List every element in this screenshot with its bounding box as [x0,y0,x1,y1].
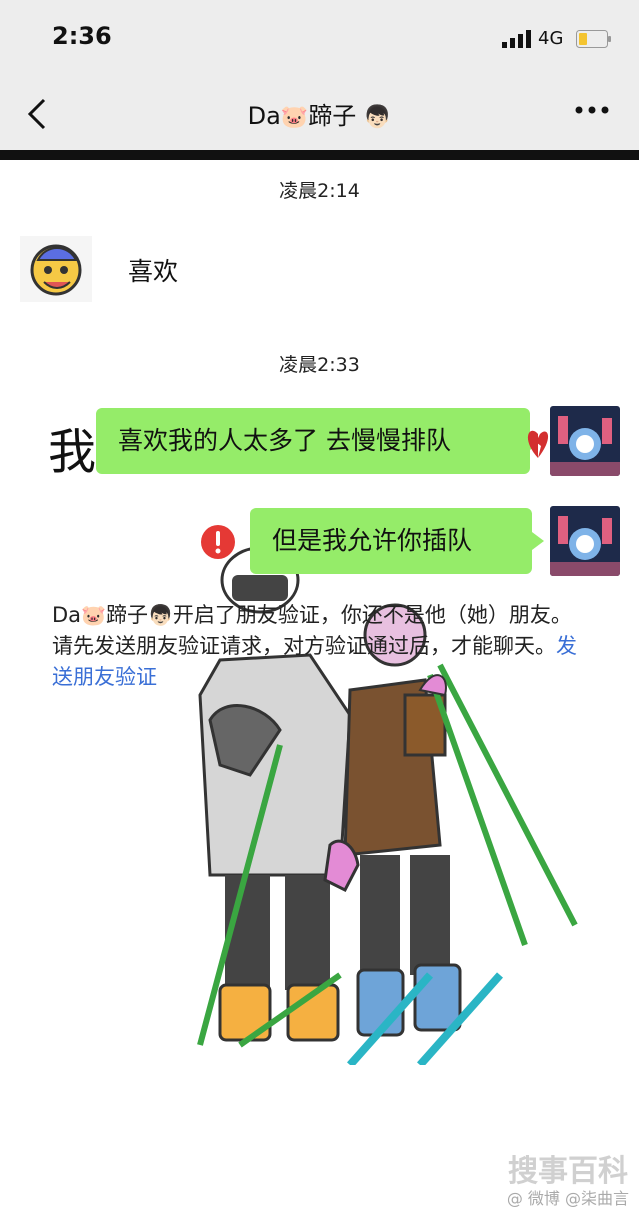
send-failed-icon[interactable] [200,524,236,560]
my-avatar[interactable] [550,506,620,576]
sent-message-bubble[interactable]: 但是我允许你插队 [250,508,544,574]
boy-face-emoji: 👦🏻 [147,603,173,627]
status-bar: 2:36 4G [0,0,639,80]
received-message: 喜欢 [128,257,179,286]
timestamp: 凌晨2:33 [279,354,360,376]
notice-name-suffix: 蹄子 [105,603,148,627]
contact-avatar[interactable] [20,236,92,302]
friend-verification-notice: Da🐷蹄子👦🏻开启了朋友验证，你还不是他（她）朋友。请先发送朋友验证请求，对方验… [52,600,592,693]
weibo-watermark: @ 微博 @柒曲言 [506,1189,629,1208]
boy-face-emoji: 👦🏻 [363,105,392,130]
chat-title-prefix: Da [247,102,281,130]
pig-emoji: 🐷 [81,603,106,627]
broken-heart-icon [527,430,549,458]
header-divider [0,150,639,160]
status-time: 2:36 [52,22,112,50]
site-watermark: 搜事百科 [508,1154,628,1189]
battery-icon [576,30,611,48]
my-avatar[interactable] [550,406,620,476]
chat-title: Da🐷蹄子 👦🏻 [0,96,639,131]
sent-message-bubble[interactable]: 喜欢我的人太多了 去慢慢排队 [96,408,542,474]
signal-icon [502,30,531,48]
chat-header: Da🐷蹄子 👦🏻 [0,80,639,150]
overlay-character: 我 [48,424,97,480]
chat-title-suffix: 蹄子 [308,102,357,130]
more-options-icon[interactable] [574,100,610,120]
notice-name-prefix: Da [52,603,82,627]
timestamp: 凌晨2:14 [279,180,360,202]
pig-emoji: 🐷 [280,105,309,130]
network-type: 4G [538,28,564,49]
